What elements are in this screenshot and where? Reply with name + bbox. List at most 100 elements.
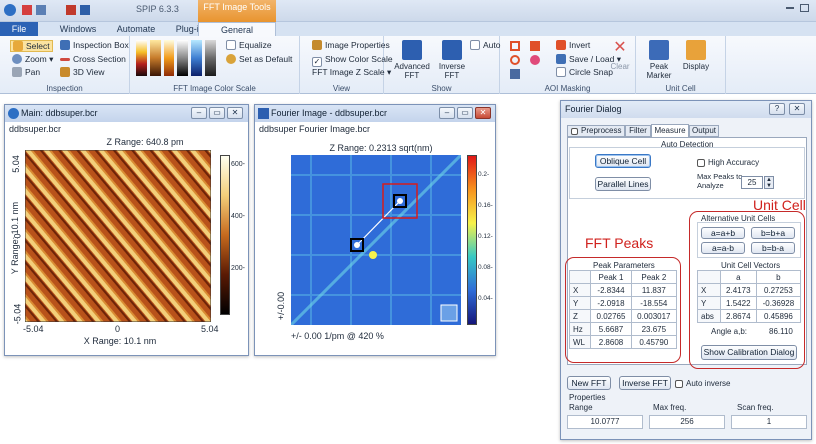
close-icon[interactable]: ✕: [789, 103, 805, 115]
tab-general[interactable]: General: [198, 22, 276, 36]
checkbox-icon: [571, 128, 578, 135]
color-bar: [467, 155, 477, 325]
quick-undo-icon[interactable]: [36, 5, 46, 15]
set-as-default-button[interactable]: Set as Default: [226, 54, 292, 64]
x-range-label: X Range: 10.1 nm: [83, 336, 157, 346]
auto-inverse-checkbox[interactable]: Auto inverse: [675, 379, 730, 388]
a-plus-b-button[interactable]: a=a+b: [701, 227, 745, 239]
y-tick-label: -5.04: [12, 303, 23, 325]
tab-file[interactable]: File: [0, 22, 38, 36]
inspection-box-button[interactable]: Inspection Box: [60, 40, 129, 50]
high-accuracy-checkbox[interactable]: High Accuracy: [697, 158, 759, 167]
color-scale-gallery[interactable]: [136, 40, 216, 76]
checkbox-icon: [675, 380, 683, 388]
quick-grid-icon[interactable]: [66, 5, 76, 15]
palette-swatch[interactable]: [163, 40, 175, 76]
max-peaks-input[interactable]: 25: [741, 176, 763, 189]
minimize-icon[interactable]: –: [439, 107, 455, 119]
color-tick-label: 0.04-: [478, 295, 493, 302]
parallel-lines-button[interactable]: Parallel Lines: [595, 177, 651, 191]
fourier-dialog[interactable]: Fourier Dialog ? ✕ Preprocess Filter Mea…: [560, 100, 812, 440]
fft-z-scale-dropdown[interactable]: FFT Image Z Scale ▾: [312, 67, 391, 78]
checkbox-icon: [226, 40, 236, 50]
footer-readout: +/- 0.00 1/pm @ 420 %: [291, 331, 384, 341]
aoi-rectangle-icon[interactable]: [510, 41, 520, 51]
tab-automate[interactable]: Automate: [108, 22, 164, 36]
x-tick-label: -5.04: [23, 324, 44, 334]
table-cell: 0.45790: [630, 335, 678, 349]
show-color-scale-checkbox[interactable]: ✓ Show Color Scale: [312, 54, 393, 67]
aoi-fill-icon[interactable]: [530, 41, 540, 51]
tab-preprocess[interactable]: Preprocess: [567, 125, 625, 137]
max-peaks-stepper[interactable]: ▲ ▼: [764, 176, 774, 189]
quick-save-icon[interactable]: [22, 5, 32, 15]
table-cell: 2.4173: [719, 283, 757, 297]
zoom-icon: [12, 54, 22, 64]
checkbox-icon: [697, 159, 705, 167]
max-freq-value: 256: [649, 415, 725, 429]
select-button[interactable]: Select: [10, 40, 53, 52]
maximize-icon[interactable]: [800, 4, 809, 12]
tab-filter[interactable]: Filter: [625, 125, 651, 137]
table-cell: 0.45896: [755, 309, 802, 323]
help-icon[interactable]: ?: [769, 103, 785, 115]
ribbon-tabs: File Windows Automate Plug-ins General: [0, 22, 816, 36]
palette-swatch[interactable]: [191, 40, 203, 76]
inverse-fft-button[interactable]: Inverse FFT: [619, 376, 671, 390]
b-minus-a-button[interactable]: b=b-a: [751, 242, 795, 254]
close-icon[interactable]: ✕: [475, 107, 491, 119]
table-cell: 0.27253: [755, 283, 802, 297]
ribbon: Select Zoom ▾ Pan Inspection Box Cross S…: [0, 36, 816, 94]
display-icon: [686, 40, 706, 60]
aoi-circle-icon[interactable]: [510, 55, 520, 65]
maximize-icon[interactable]: ▭: [209, 107, 225, 119]
tab-measure[interactable]: Measure: [651, 124, 689, 138]
new-fft-button[interactable]: New FFT: [567, 376, 611, 390]
a-minus-b-button[interactable]: a=a-b: [701, 242, 745, 254]
table-cell: Y: [568, 296, 592, 310]
invert-button[interactable]: Invert: [556, 40, 590, 50]
palette-swatch[interactable]: [149, 40, 161, 76]
minimize-icon[interactable]: [786, 7, 794, 9]
quick-table-icon[interactable]: [80, 5, 90, 15]
palette-swatch[interactable]: [205, 40, 216, 76]
app-icon[interactable]: [4, 4, 16, 16]
palette-swatch[interactable]: [177, 40, 189, 76]
minimize-icon[interactable]: –: [191, 107, 207, 119]
palette-swatch[interactable]: [136, 40, 147, 76]
main-image-window[interactable]: Main: ddbsuper.bcr – ▭ ✕ ddbsuper.bcr Z …: [4, 104, 249, 356]
fourier-spectrum-image[interactable]: [291, 155, 461, 325]
group-view: Image Properties ✓ Show Color Scale FFT I…: [300, 36, 393, 94]
fourier-image-window[interactable]: Fourier Image - ddbsuper.bcr – ▭ ✕ ddbsu…: [254, 104, 496, 356]
y-tick-label: 0: [12, 233, 23, 239]
aoi-grid-icon[interactable]: [510, 69, 520, 79]
window-icon: [8, 108, 19, 119]
peak-parameters-label: Peak Parameters: [593, 261, 655, 270]
b-plus-a-button[interactable]: b=b+a: [751, 227, 795, 239]
aoi-ellipse-icon[interactable]: [530, 55, 540, 65]
cross-section-button[interactable]: Cross Section: [60, 54, 126, 64]
oblique-cell-button[interactable]: Oblique Cell: [595, 154, 651, 168]
circle-snap-checkbox[interactable]: Circle Snap: [556, 67, 613, 77]
clear-icon: ✕: [613, 39, 627, 56]
window-icon: [258, 108, 269, 119]
maximize-icon[interactable]: ▭: [457, 107, 473, 119]
close-icon[interactable]: ✕: [227, 107, 243, 119]
tab-output[interactable]: Output: [689, 125, 719, 137]
show-calibration-button[interactable]: Show Calibration Dialog: [701, 345, 797, 360]
color-tick-label: 600-: [231, 161, 246, 168]
property-header: Scan freq.: [737, 403, 774, 412]
tab-windows[interactable]: Windows: [48, 22, 108, 36]
image-properties-icon: [312, 40, 322, 50]
table-row: X 2.4173 0.27253: [697, 283, 802, 297]
3d-view-button[interactable]: 3D View: [60, 67, 105, 77]
auto-checkbox[interactable]: Auto: [470, 40, 501, 50]
zoom-button[interactable]: Zoom ▾: [12, 54, 53, 65]
pan-button[interactable]: Pan: [12, 67, 40, 77]
topography-image[interactable]: [25, 150, 211, 322]
image-properties-button[interactable]: Image Properties: [312, 40, 390, 50]
equalize-checkbox[interactable]: Equalize: [226, 40, 272, 50]
table-cell: -0.36928: [755, 296, 802, 310]
table-row: Hz 5.6687 23.675: [568, 322, 678, 336]
table-cell: -18.554: [630, 296, 678, 310]
